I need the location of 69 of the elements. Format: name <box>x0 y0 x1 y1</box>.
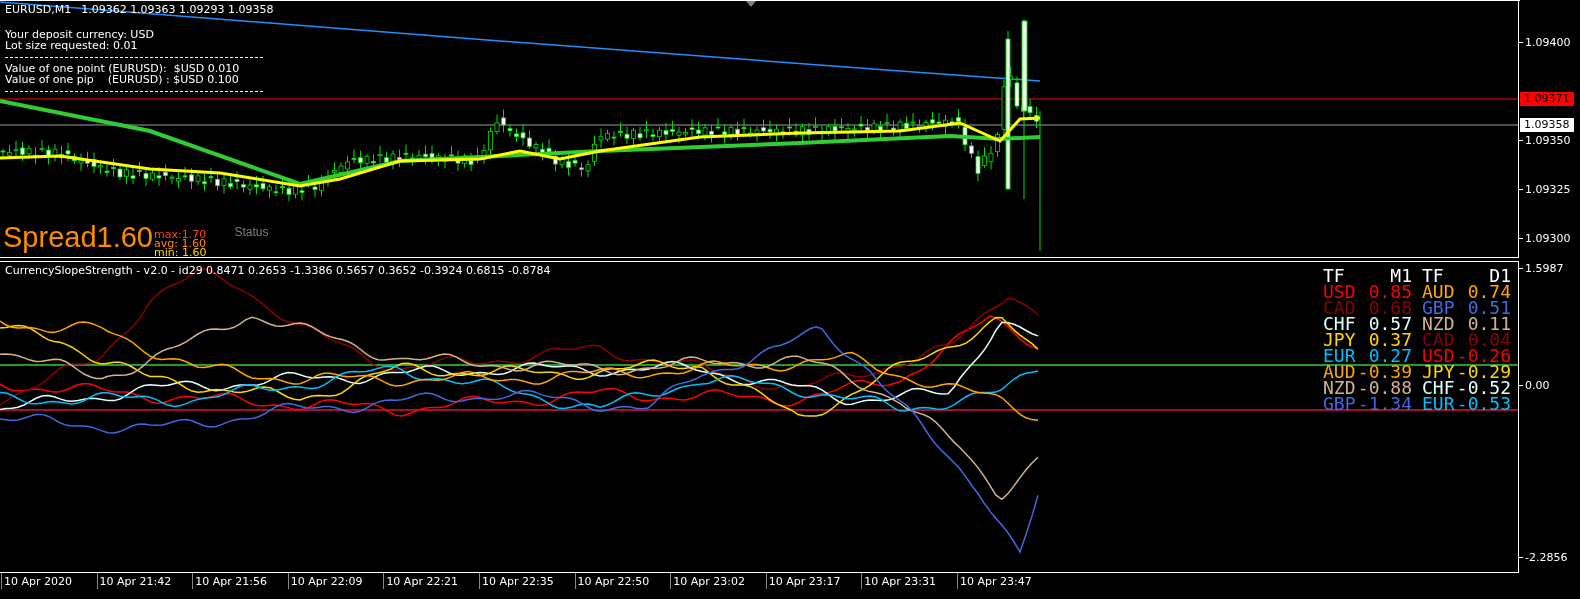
currency-label: EUR <box>1422 396 1455 412</box>
spread-min: min: 1.60 <box>153 248 207 257</box>
currency-label: AUD <box>1422 284 1455 300</box>
strength-value: 0.27 <box>1368 348 1412 364</box>
currency-label: NZD <box>1422 316 1455 332</box>
currency-label: CAD <box>1422 332 1455 348</box>
spread-label: Spread <box>3 220 97 254</box>
currency-label: JPY <box>1422 364 1455 380</box>
info-line: Value of one pip (EURUSD) : $USD 0.100 <box>5 74 240 85</box>
time-label: 10 Apr 21:42 <box>96 573 193 589</box>
time-label: 10 Apr 21:56 <box>192 573 288 589</box>
strength-value: -0.52 <box>1456 380 1511 396</box>
strength-value: 0.11 <box>1467 316 1511 332</box>
spread-average: avg: 1.60 <box>153 239 207 248</box>
currency-label: USD <box>1422 348 1455 364</box>
shift-marker-icon[interactable] <box>746 1 756 7</box>
time-label: 10 Apr 22:50 <box>574 573 671 589</box>
time-label: 10 Apr 22:21 <box>383 573 479 589</box>
currency-label: CHF <box>1422 380 1455 396</box>
strength-value: 0.57 <box>1368 316 1412 332</box>
currency-label: GBP <box>1422 300 1455 316</box>
currency-label: GBP <box>1323 396 1356 412</box>
info-line: Your deposit currency: USD <box>5 29 155 40</box>
strength-value: -0.26 <box>1456 348 1511 364</box>
strength-value: -1.34 <box>1357 396 1412 412</box>
timeframe-label: M1 <box>1390 268 1412 284</box>
strength-value: 0.74 <box>1467 284 1511 300</box>
strength-value: -0.39 <box>1357 364 1412 380</box>
indicator-title: CurrencySlopeStrength - v2.0 - id29 0.8471 0.2653 -1.3386 0.5657 0.3652 -0.3924 0.6815 -0.8784 <box>5 264 551 277</box>
time-label: 10 Apr 23:17 <box>765 573 862 589</box>
symbol-label: EURUSD,M1 <box>5 4 72 15</box>
scale-tick: 1.5987 <box>1525 261 1564 275</box>
currency-label: NZD <box>1323 380 1356 396</box>
strength-value: 0.37 <box>1368 332 1412 348</box>
strength-value: -0.29 <box>1456 364 1511 380</box>
scale-tick: 0.00 <box>1525 378 1550 392</box>
strength-value: 0.68 <box>1368 300 1412 316</box>
scale-tick: -2.2856 <box>1525 550 1568 564</box>
time-label: 10 Apr 23:02 <box>670 573 766 589</box>
strength-value: 0.51 <box>1467 300 1511 316</box>
price-tag: 1.09358 <box>1520 118 1574 132</box>
status-label: Status <box>234 225 269 239</box>
time-label: 10 Apr 2020 <box>1 573 97 589</box>
currency-label: CAD <box>1323 300 1356 316</box>
currency-label: JPY <box>1323 332 1356 348</box>
currency-label: CHF <box>1323 316 1356 332</box>
currency-label: EUR <box>1323 348 1356 364</box>
time-label: 10 Apr 22:09 <box>287 573 384 589</box>
price-tick: 1.09300 <box>1525 231 1571 245</box>
strength-value: 0.85 <box>1368 284 1412 300</box>
time-label: 10 Apr 23:47 <box>956 573 1053 589</box>
timeframe-header: TF <box>1323 268 1345 284</box>
currency-label: AUD <box>1323 364 1356 380</box>
time-label: 10 Apr 22:35 <box>478 573 575 589</box>
timeframe-label: D1 <box>1489 268 1511 284</box>
info-line: Lot size requested: 0.01 <box>5 40 139 51</box>
price-tick: 1.09325 <box>1525 182 1571 196</box>
strength-value: -0.88 <box>1357 380 1412 396</box>
strength-value: -0.53 <box>1456 396 1511 412</box>
spread-max: max:1.70 <box>153 230 207 239</box>
price-tag: 1.09371 <box>1520 92 1574 106</box>
price-tick: 1.09350 <box>1525 133 1571 147</box>
timeframe-header: TF <box>1422 268 1444 284</box>
time-label: 10 Apr 23:31 <box>861 573 957 589</box>
currency-label: USD <box>1323 284 1356 300</box>
info-line: Value of one point (EURUSD): $USD 0.010 <box>5 63 241 74</box>
strength-value: 0.04 <box>1467 332 1511 348</box>
price-tick: 1.09400 <box>1525 35 1571 49</box>
spread-value: 1.60 <box>96 220 153 254</box>
